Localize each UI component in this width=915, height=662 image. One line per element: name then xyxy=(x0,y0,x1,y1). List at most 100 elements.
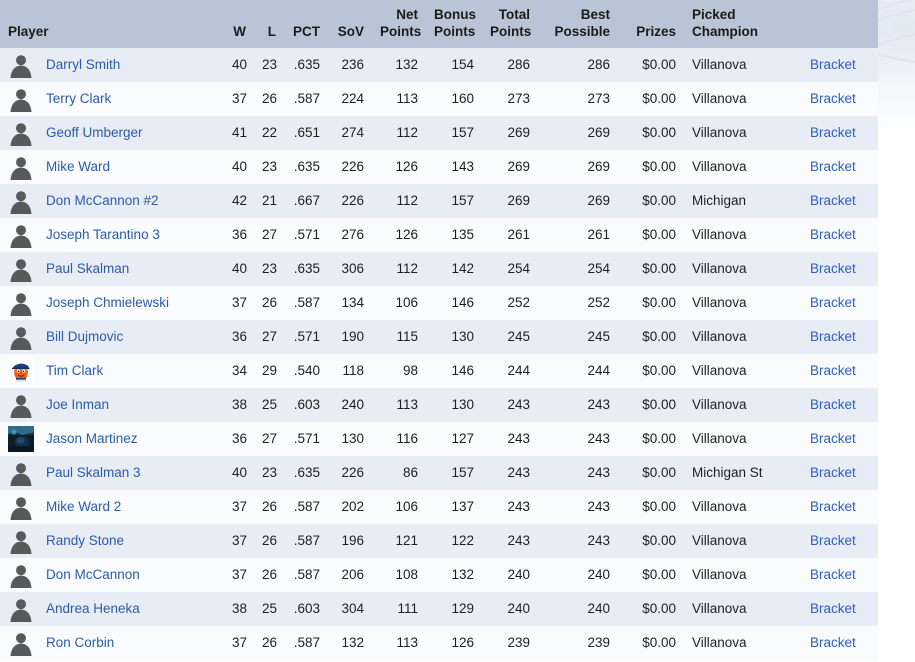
column-header-sov[interactable]: SoV xyxy=(328,0,372,48)
bracket-link[interactable]: Bracket xyxy=(810,567,856,582)
cell-best-possible: 240 xyxy=(587,567,610,583)
cell-net-points: 116 xyxy=(396,431,418,447)
table-row: Terry Clark 37 26 .587 224 113 160 273 273 $0.00 V… xyxy=(0,81,878,116)
player-cell: Bill Dujmovic xyxy=(0,320,224,354)
player-name-link[interactable]: Terry Clark xyxy=(46,91,111,106)
player-name-link[interactable]: Mike Ward 2 xyxy=(46,499,121,514)
player-name-link[interactable]: Don McCannon xyxy=(46,567,140,582)
cell-sov: 240 xyxy=(341,397,364,413)
bracket-cell: Bracket xyxy=(802,320,878,354)
bracket-link[interactable]: Bracket xyxy=(810,125,856,140)
bracket-link[interactable]: Bracket xyxy=(810,261,856,276)
cell-w: 37 xyxy=(232,567,248,583)
bracket-link[interactable]: Bracket xyxy=(810,57,856,72)
leaderboard-table: Player W L PCT SoV Net Points Bonus Poin… xyxy=(0,0,878,660)
bracket-link[interactable]: Bracket xyxy=(810,465,856,480)
bracket-cell: Bracket xyxy=(802,48,878,82)
cell-w: 40 xyxy=(232,465,248,481)
player-name-link[interactable]: Paul Skalman 3 xyxy=(46,465,141,480)
cell-bonus-points: 130 xyxy=(451,329,474,345)
table-row: Don McCannon #2 42 21 .667 226 112 157 269 269 $0… xyxy=(0,183,878,218)
player-name-link[interactable]: Andrea Heneka xyxy=(46,601,140,616)
cell-total-points: 252 xyxy=(507,295,530,311)
default-avatar-icon xyxy=(8,86,34,112)
player-name-link[interactable]: Don McCannon #2 xyxy=(46,193,159,208)
cell-l: 27 xyxy=(262,431,278,447)
cell-total-points: 240 xyxy=(507,601,530,617)
bracket-link[interactable]: Bracket xyxy=(810,329,856,344)
player-name-link[interactable]: Joseph Chmielewski xyxy=(46,295,169,310)
player-name-link[interactable]: Bill Dujmovic xyxy=(46,329,123,344)
cell-prizes: $0.00 xyxy=(642,465,676,481)
bracket-link[interactable]: Bracket xyxy=(810,499,856,514)
column-header-player[interactable]: Player xyxy=(0,0,224,48)
bracket-link[interactable]: Bracket xyxy=(810,533,856,548)
cell-net-points: 106 xyxy=(395,295,418,311)
cell-w: 38 xyxy=(232,601,248,617)
default-avatar-icon xyxy=(8,256,34,282)
cell-picked-champion: Michigan xyxy=(692,193,747,209)
bracket-link[interactable]: Bracket xyxy=(810,601,856,616)
column-header-pct[interactable]: PCT xyxy=(284,0,328,48)
bracket-link[interactable]: Bracket xyxy=(810,431,856,446)
bracket-link[interactable]: Bracket xyxy=(810,159,856,174)
cell-pct: .651 xyxy=(293,125,320,141)
player-name-link[interactable]: Geoff Umberger xyxy=(46,125,143,140)
bracket-link[interactable]: Bracket xyxy=(810,363,856,378)
cell-l: 23 xyxy=(262,57,278,73)
cell-picked-champion: Villanova xyxy=(692,329,747,345)
player-name-link[interactable]: Tim Clark xyxy=(46,363,103,378)
column-header-wins[interactable]: W xyxy=(224,0,254,48)
bracket-link[interactable]: Bracket xyxy=(810,397,856,412)
player-name-link[interactable]: Ron Corbin xyxy=(46,635,114,650)
bracket-link[interactable]: Bracket xyxy=(810,227,856,242)
default-avatar-icon xyxy=(8,324,34,350)
column-header-best-possible[interactable]: Best Possible xyxy=(538,0,618,48)
player-name-link[interactable]: Joseph Tarantino 3 xyxy=(46,227,160,242)
cell-picked-champion: Villanova xyxy=(692,567,747,583)
bracket-cell: Bracket xyxy=(802,82,878,116)
cell-net-points: 112 xyxy=(396,193,418,209)
cell-best-possible: 243 xyxy=(587,533,610,549)
player-cell: Terry Clark xyxy=(0,82,224,116)
cell-w: 36 xyxy=(232,227,248,243)
default-avatar-icon xyxy=(8,392,34,418)
cell-l: 27 xyxy=(262,227,278,243)
player-name-link[interactable]: Paul Skalman xyxy=(46,261,129,276)
column-header-bracket xyxy=(802,0,878,48)
cell-l: 21 xyxy=(262,193,278,209)
bracket-link[interactable]: Bracket xyxy=(810,635,856,650)
cell-pct: .587 xyxy=(293,499,320,515)
cell-net-points: 126 xyxy=(395,227,418,243)
cell-w: 40 xyxy=(232,159,248,175)
cell-pct: .603 xyxy=(293,601,320,617)
cell-prizes: $0.00 xyxy=(642,601,676,617)
bracket-link[interactable]: Bracket xyxy=(810,193,856,208)
bracket-link[interactable]: Bracket xyxy=(810,295,856,310)
cell-net-points: 115 xyxy=(396,329,418,345)
cell-picked-champion: Villanova xyxy=(692,533,747,549)
table-row: Andrea Heneka 38 25 .603 304 111 129 240 240 $0.0… xyxy=(0,591,878,626)
column-header-net-points[interactable]: Net Points xyxy=(372,0,426,48)
bracket-link[interactable]: Bracket xyxy=(810,91,856,106)
cell-best-possible: 269 xyxy=(587,159,610,175)
player-name-link[interactable]: Joe Inman xyxy=(46,397,109,412)
column-header-bonus-points[interactable]: Bonus Points xyxy=(426,0,482,48)
player-name-link[interactable]: Darryl Smith xyxy=(46,57,120,72)
player-name-link[interactable]: Randy Stone xyxy=(46,533,124,548)
cell-w: 36 xyxy=(232,431,248,447)
cell-bonus-points: 122 xyxy=(451,533,474,549)
table-row: Paul Skalman 40 23 .635 306 112 142 254 254 $0.00… xyxy=(0,251,878,286)
cell-sov: 226 xyxy=(341,465,364,481)
player-name-link[interactable]: Jason Martinez xyxy=(46,431,138,446)
column-header-picked-champion[interactable]: Picked Champion xyxy=(684,0,802,48)
column-header-losses[interactable]: L xyxy=(254,0,284,48)
bracket-cell: Bracket xyxy=(802,456,878,490)
cell-pct: .635 xyxy=(293,465,320,481)
column-header-prizes[interactable]: Prizes xyxy=(618,0,684,48)
cell-bonus-points: 154 xyxy=(451,57,474,73)
player-name-link[interactable]: Mike Ward xyxy=(46,159,110,174)
player-cell: Don McCannon xyxy=(0,558,224,592)
default-avatar-icon xyxy=(8,562,34,588)
column-header-total-points[interactable]: Total Points xyxy=(482,0,538,48)
